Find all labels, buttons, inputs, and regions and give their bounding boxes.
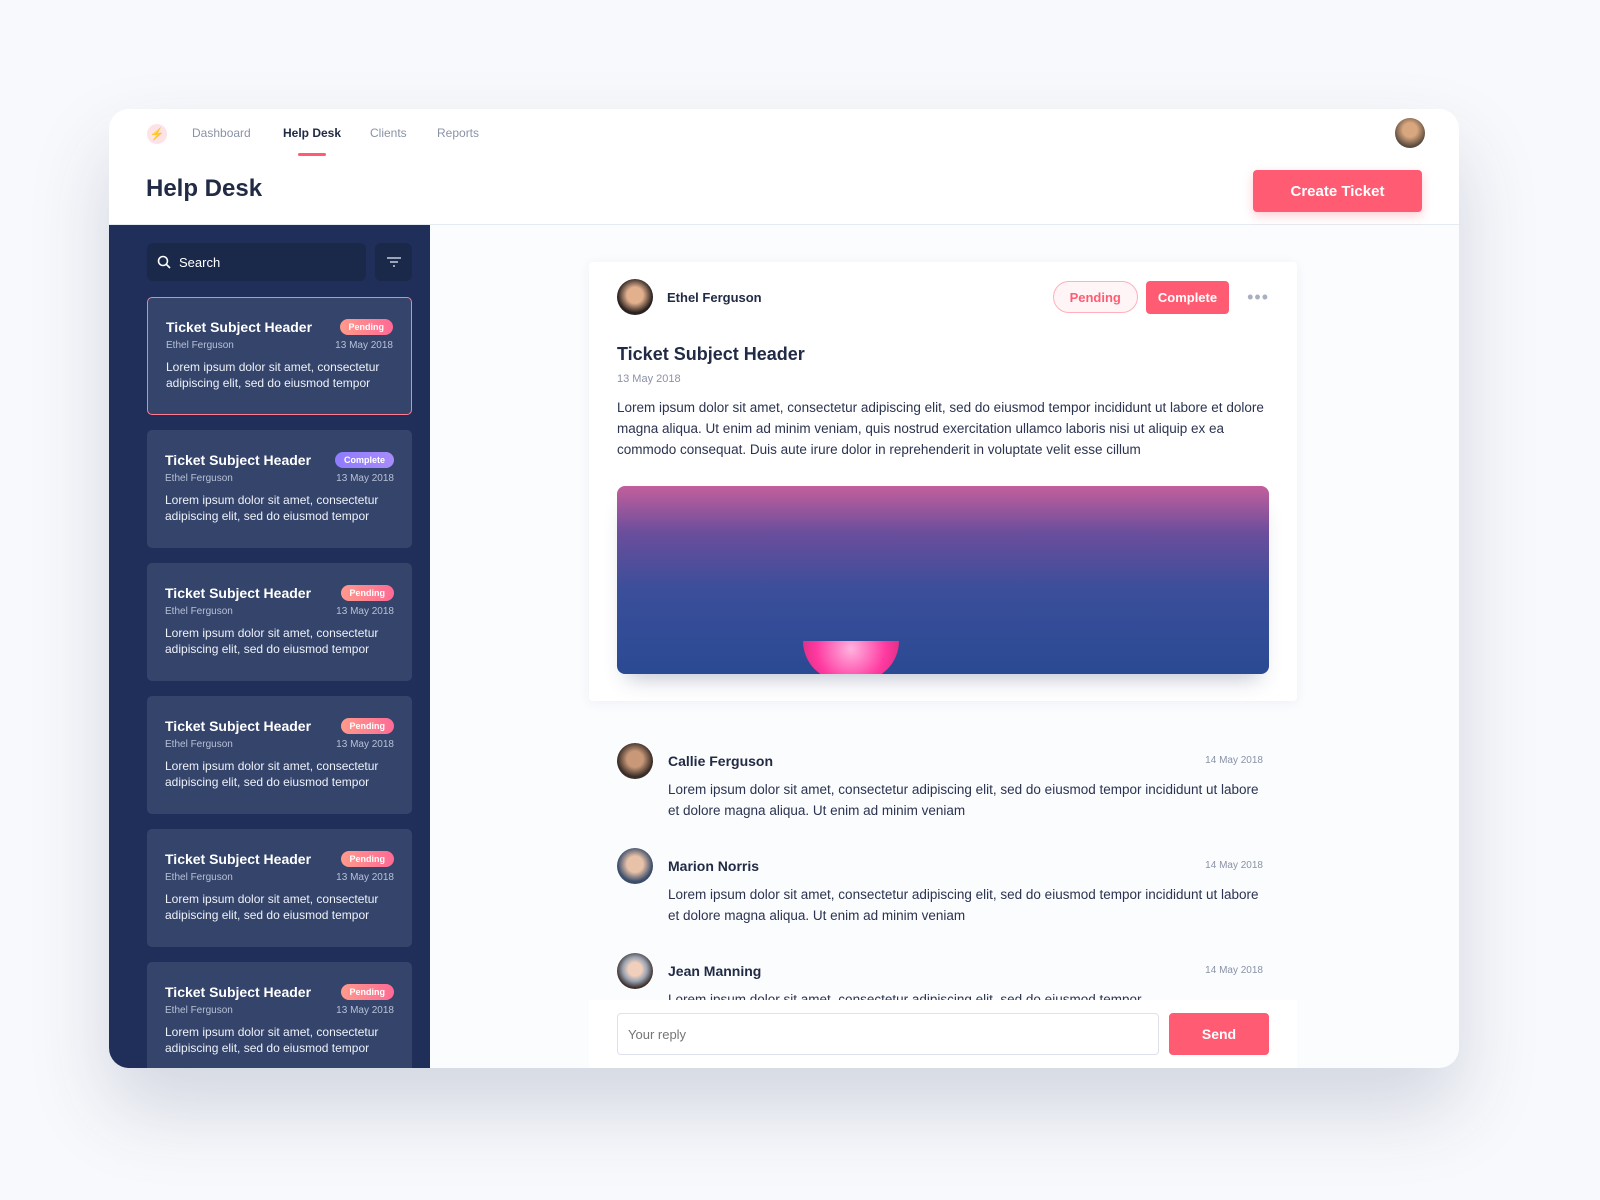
ticket-card[interactable]: Ticket Subject Header Pending Ethel Fergu…	[147, 962, 412, 1068]
commenter-avatar	[617, 743, 653, 779]
ticket-author: Ethel Ferguson	[165, 739, 233, 750]
ticket-date: 13 May 2018	[336, 473, 394, 484]
commenter-name: Marion Norris	[668, 858, 760, 874]
ticket-author: Ethel Ferguson	[166, 340, 234, 351]
lightning-logo-icon[interactable]: ⚡	[147, 124, 167, 144]
ticket-body: Lorem ipsum dolor sit amet, consectetur …	[617, 400, 1264, 457]
sunset-sun	[803, 641, 899, 674]
commenter-avatar	[617, 848, 653, 884]
nav-reports[interactable]: Reports	[437, 126, 479, 140]
reply-input[interactable]	[617, 1013, 1159, 1055]
ticket-card-title: Ticket Subject Header	[165, 585, 312, 601]
create-ticket-button[interactable]: Create Ticket	[1253, 170, 1422, 212]
ticket-date: 13 May 2018	[336, 739, 394, 750]
search-input[interactable]: Search	[147, 243, 366, 281]
status-badge: Pending	[340, 585, 394, 601]
comment-date: 14 May 2018	[1205, 755, 1263, 766]
ticket-card-title: Ticket Subject Header	[165, 984, 312, 1000]
user-avatar[interactable]	[1395, 118, 1425, 148]
commenter-name: Callie Ferguson	[668, 753, 774, 769]
search-icon	[157, 255, 171, 269]
send-button[interactable]: Send	[1169, 1013, 1269, 1055]
reply-bar: Send	[589, 1000, 1297, 1068]
app-window: ⚡ Dashboard Help Desk Clients Reports He…	[109, 109, 1459, 1068]
ticket-author: Ethel Ferguson	[165, 1005, 233, 1016]
comment-date: 14 May 2018	[1205, 860, 1263, 871]
ticket-date: 13 May 2018	[336, 606, 394, 617]
pending-button[interactable]: Pending	[1052, 281, 1138, 313]
nav-help-desk[interactable]: Help Desk	[283, 126, 341, 156]
attachment-image[interactable]	[617, 486, 1269, 674]
page-title: Help Desk	[146, 175, 263, 202]
ticket-card-title: Ticket Subject Header	[165, 452, 312, 468]
ticket-preview: Lorem ipsum dolor sit amet, consectetur …	[165, 493, 379, 523]
ticket-preview: Lorem ipsum dolor sit amet, consectetur …	[165, 892, 379, 922]
ticket-detail-card: Ethel Ferguson Pending Complete ••• Tick…	[589, 262, 1297, 701]
status-badge: Pending	[340, 984, 394, 1000]
status-badge: Pending	[340, 851, 394, 867]
ticket-preview: Lorem ipsum dolor sit amet, consectetur …	[165, 759, 379, 789]
filter-icon	[386, 257, 401, 267]
comment-date: 14 May 2018	[1205, 965, 1263, 976]
ticket-card-title: Ticket Subject Header	[166, 319, 313, 335]
author-avatar	[617, 279, 653, 315]
nav-clients[interactable]: Clients	[370, 126, 407, 140]
ticket-author: Ethel Ferguson	[165, 473, 233, 484]
more-options-icon[interactable]: •••	[1247, 287, 1269, 308]
ticket-card-title: Ticket Subject Header	[165, 718, 312, 734]
ticket-card[interactable]: Ticket Subject Header Pending Ethel Fergu…	[147, 829, 412, 947]
search-placeholder: Search	[179, 254, 221, 270]
filter-button[interactable]	[375, 243, 412, 281]
comment: Marion Norris 14 May 2018 Lorem ipsum do…	[617, 848, 1267, 928]
ticket-card[interactable]: Ticket Subject Header Pending Ethel Fergu…	[147, 297, 412, 415]
comment: Callie Ferguson 14 May 2018 Lorem ipsum …	[617, 743, 1267, 823]
ticket-date: 13 May 2018	[336, 872, 394, 883]
ticket-card[interactable]: Ticket Subject Header Pending Ethel Fergu…	[147, 563, 412, 681]
ticket-date: 13 May 2018	[336, 1005, 394, 1016]
comment-text: Lorem ipsum dolor sit amet, consectetur …	[668, 782, 1259, 818]
ticket-author: Ethel Ferguson	[165, 606, 233, 617]
comment-text: Lorem ipsum dolor sit amet, consectetur …	[668, 887, 1259, 923]
ticket-author: Ethel Ferguson	[165, 872, 233, 883]
commenter-name: Jean Manning	[668, 963, 762, 979]
status-badge: Pending	[339, 319, 393, 335]
ticket-date: 13 May 2018	[617, 373, 681, 385]
ticket-preview: Lorem ipsum dolor sit amet, consectetur …	[166, 360, 380, 390]
ticket-date: 13 May 2018	[335, 340, 393, 351]
ticket-preview: Lorem ipsum dolor sit amet, consectetur …	[165, 1025, 379, 1055]
ticket-sidebar: Search Ticket Subject Header Pending Ethe…	[109, 225, 430, 1068]
nav-dashboard[interactable]: Dashboard	[192, 126, 251, 140]
status-badge: Complete	[334, 452, 394, 468]
author-name: Ethel Ferguson	[667, 289, 762, 305]
header: ⚡ Dashboard Help Desk Clients Reports He…	[109, 109, 1459, 225]
ticket-card[interactable]: Ticket Subject Header Complete Ethel Ferg…	[147, 430, 412, 548]
complete-button[interactable]: Complete	[1145, 280, 1230, 314]
status-badge: Pending	[340, 718, 394, 734]
ticket-title: Ticket Subject Header	[617, 344, 805, 364]
ticket-preview: Lorem ipsum dolor sit amet, consectetur …	[165, 626, 379, 656]
ticket-card-title: Ticket Subject Header	[165, 851, 312, 867]
ticket-card[interactable]: Ticket Subject Header Pending Ethel Fergu…	[147, 696, 412, 814]
commenter-avatar	[617, 953, 653, 989]
